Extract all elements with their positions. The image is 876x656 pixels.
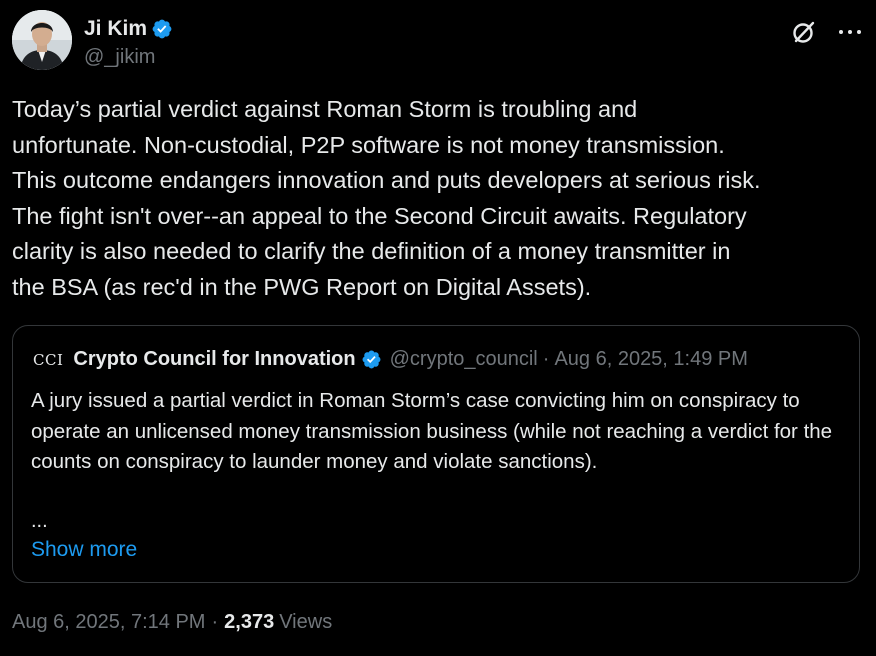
- quoted-header-separator: ·: [542, 348, 550, 370]
- author-name-row: Ji Kim: [84, 16, 173, 42]
- views-label: Views: [279, 611, 333, 633]
- tweet-meta: Aug 6, 2025, 7:14 PM · 2,373 Views: [12, 611, 332, 634]
- quoted-tweet-card[interactable]: CCI Crypto Council for Innovation @crypt…: [12, 325, 860, 583]
- quoted-tweet-header: CCI Crypto Council for Innovation @crypt…: [33, 348, 748, 371]
- author-display-name[interactable]: Ji Kim: [84, 17, 147, 41]
- header-actions: [790, 18, 864, 46]
- quoted-author-name[interactable]: Crypto Council for Innovation: [73, 348, 355, 371]
- quoted-author-avatar-logo[interactable]: CCI: [33, 351, 63, 369]
- avatar-image: [12, 10, 72, 70]
- quoted-tweet-text: A jury issued a partial verdict in Roman…: [31, 389, 833, 473]
- tweet-text: Today’s partial verdict against Roman St…: [12, 96, 761, 300]
- author-info: Ji Kim @_jikim: [84, 16, 173, 69]
- quoted-author-handle[interactable]: @crypto_council: [390, 348, 538, 371]
- verified-badge-icon: [151, 18, 173, 40]
- grok-icon[interactable]: [790, 18, 818, 46]
- show-more-link[interactable]: Show more: [31, 538, 137, 562]
- tweet-timestamp[interactable]: Aug 6, 2025, 7:14 PM: [12, 611, 205, 634]
- quoted-verified-badge-icon: [361, 349, 382, 370]
- quoted-tweet-date[interactable]: Aug 6, 2025, 1:49 PM: [554, 348, 747, 371]
- tweet-header: Ji Kim @_jikim: [12, 10, 864, 72]
- author-handle[interactable]: @_jikim: [84, 46, 173, 69]
- views-count[interactable]: 2,373: [224, 611, 274, 634]
- more-options-icon[interactable]: [836, 18, 864, 46]
- tweet: Ji Kim @_jikim Today’s partial verdict a…: [0, 0, 876, 656]
- quoted-tweet-ellipsis: ...: [31, 510, 48, 532]
- meta-separator: ·: [211, 611, 219, 633]
- avatar[interactable]: [12, 10, 72, 70]
